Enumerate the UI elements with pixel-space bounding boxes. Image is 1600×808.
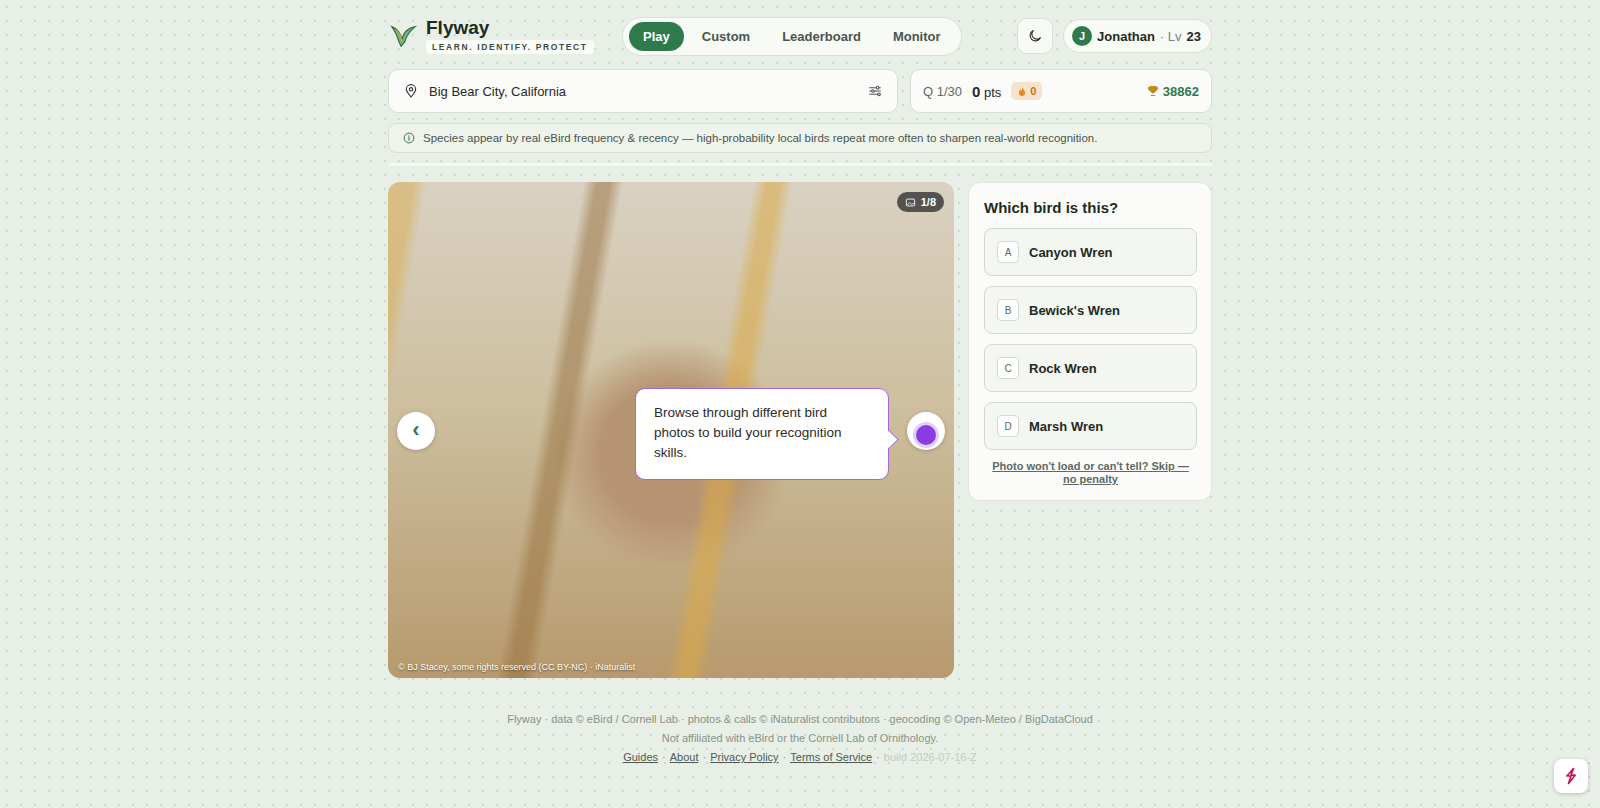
option-letter: D	[997, 415, 1019, 437]
container: Flyway LEARN. IDENTIFY. PROTECT PlayCustom…	[388, 17, 1212, 767]
assistant-button[interactable]	[1554, 759, 1588, 793]
info-banner: Species appear by real eBird frequency &…	[388, 123, 1212, 153]
header: Flyway LEARN. IDENTIFY. PROTECT PlayCustom…	[388, 17, 1212, 55]
question-counter: Q 1/30	[923, 84, 962, 99]
nav-tab[interactable]: Monitor	[879, 22, 955, 51]
pin-icon	[403, 83, 419, 99]
footer: Flyway · data © eBird / Cornell Lab · ph…	[388, 710, 1212, 767]
info-icon	[403, 132, 415, 144]
option-label: Marsh Wren	[1029, 419, 1103, 434]
option-label: Canyon Wren	[1029, 245, 1113, 260]
nav-tab[interactable]: Play	[629, 22, 684, 51]
moon-icon	[1027, 28, 1043, 44]
tour-hotspot-dot	[916, 425, 936, 445]
info-text: Species appear by real eBird frequency &…	[423, 132, 1097, 144]
nav-tab[interactable]: Custom	[688, 22, 764, 51]
user-avatar: J	[1072, 26, 1092, 46]
option-label: Rock Wren	[1029, 361, 1097, 376]
answer-option[interactable]: B Bewick's Wren	[984, 286, 1197, 334]
user-chip[interactable]: J Jonathan · Lv 23	[1063, 19, 1212, 53]
quiz-area: 1/8 ‹ Browse through different bird photos…	[388, 182, 1212, 678]
assistant-logo-icon	[1561, 766, 1581, 786]
stats-card: Q 1/30 0 pts 0 38862	[910, 69, 1212, 113]
nav-tab[interactable]: Leaderboard	[768, 22, 875, 51]
separator: ·	[876, 748, 880, 767]
option-letter: C	[997, 357, 1019, 379]
answer-option[interactable]: D Marsh Wren	[984, 402, 1197, 450]
streak-badge: 0	[1011, 82, 1042, 100]
prev-photo-button[interactable]: ‹	[397, 412, 435, 450]
footer-link[interactable]: Guides	[623, 748, 658, 767]
answer-option[interactable]: A Canyon Wren	[984, 228, 1197, 276]
build-id: build 2026-07-16-Z	[884, 748, 977, 767]
tour-tooltip: Browse through different bird photos to …	[635, 388, 889, 480]
best-score: 38862	[1147, 84, 1199, 99]
answer-card: Which bird is this? A Canyon Wren B Bewick's…	[968, 182, 1212, 501]
flame-icon	[1017, 86, 1027, 97]
location-value: Big Bear City, California	[429, 84, 857, 99]
answer-option[interactable]: C Rock Wren	[984, 344, 1197, 392]
divider	[388, 163, 1212, 166]
skip-link[interactable]: Photo won't load or can't tell? Skip — n…	[984, 460, 1197, 486]
level-label: · Lv	[1160, 29, 1182, 44]
footer-credits: Flyway · data © eBird / Cornell Lab · ph…	[388, 710, 1212, 729]
separator: ·	[783, 748, 787, 767]
option-letter: B	[997, 299, 1019, 321]
sliders-icon[interactable]	[867, 83, 883, 99]
page: Flyway LEARN. IDENTIFY. PROTECT PlayCustom…	[0, 0, 1600, 808]
option-label: Bewick's Wren	[1029, 303, 1120, 318]
separator: ·	[702, 748, 706, 767]
tooltip-arrow	[880, 430, 898, 448]
separator: ·	[662, 748, 666, 767]
trophy-icon	[1147, 85, 1159, 97]
nav-tabs: PlayCustomLeaderboardMonitor	[622, 17, 962, 56]
footer-disclaimer: Not affiliated with eBird or the Cornell…	[388, 729, 1212, 748]
option-letter: A	[997, 241, 1019, 263]
footer-link[interactable]: Privacy Policy	[710, 748, 778, 767]
user-name: Jonathan	[1097, 29, 1155, 44]
question-title: Which bird is this?	[984, 199, 1197, 216]
tagline: LEARN. IDENTIFY. PROTECT	[426, 40, 594, 54]
theme-toggle[interactable]	[1017, 18, 1053, 54]
bird-photo: 1/8 ‹ Browse through different bird photos…	[388, 182, 954, 678]
brand[interactable]: Flyway LEARN. IDENTIFY. PROTECT	[388, 18, 610, 54]
toolbar: Big Bear City, California Q 1/30 0 pts 0 3…	[388, 69, 1212, 113]
brand-name: Flyway	[426, 18, 594, 38]
footer-link[interactable]: Terms of Service	[790, 748, 872, 767]
footer-link[interactable]: About	[670, 748, 699, 767]
location-field[interactable]: Big Bear City, California	[388, 69, 898, 113]
points: 0 pts	[972, 83, 1001, 100]
next-photo-button[interactable]	[907, 412, 945, 450]
bird-logo-icon	[388, 21, 418, 51]
user-level: 23	[1187, 29, 1201, 44]
image-icon	[905, 197, 916, 208]
photo-counter: 1/8	[897, 192, 944, 212]
tooltip-text: Browse through different bird photos to …	[654, 405, 842, 460]
footer-links: Guides·About·Privacy Policy·Terms of Ser…	[388, 748, 1212, 767]
photo-credit: © BJ Stacey, some rights reserved (CC BY…	[398, 662, 635, 672]
